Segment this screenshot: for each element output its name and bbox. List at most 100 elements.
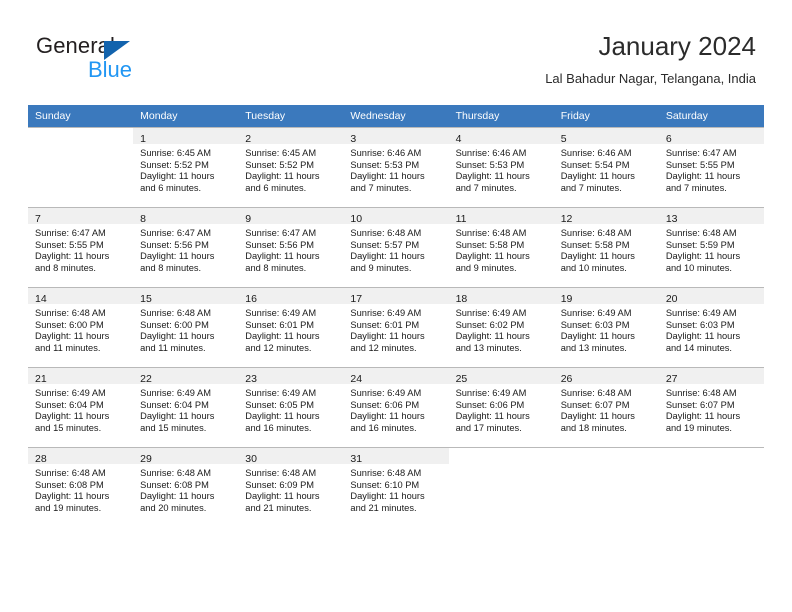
day-cell-content[interactable]: 24 Sunrise: 6:49 AM Sunset: 6:06 PM Dayligh… [343,368,449,447]
day-cell-content[interactable]: 18 Sunrise: 6:49 AM Sunset: 6:02 PM Dayligh… [448,288,554,367]
day-cell-content[interactable]: 25 Sunrise: 6:49 AM Sunset: 6:06 PM Dayligh… [448,368,554,447]
calendar-day-cell[interactable]: 13 Sunrise: 6:48 AM Sunset: 5:59 PM Dayligh… [658,207,764,288]
daylight-text-line1: Daylight: 11 hours [560,411,635,422]
calendar-day-cell[interactable]: 28 Sunrise: 6:48 AM Sunset: 6:08 PM Dayligh… [28,447,134,527]
calendar-day-cell[interactable]: 27 Sunrise: 6:48 AM Sunset: 6:07 PM Dayligh… [658,367,764,448]
day-cell-content[interactable]: 27 Sunrise: 6:48 AM Sunset: 6:07 PM Dayligh… [658,368,764,447]
day-details: Sunrise: 6:47 AM Sunset: 5:56 PM Daylight:… [238,224,343,274]
calendar-day-cell[interactable]: 20 Sunrise: 6:49 AM Sunset: 6:03 PM Dayligh… [658,287,764,368]
calendar-week-row: 14 Sunrise: 6:48 AM Sunset: 6:00 PM Dayligh… [28,287,764,368]
day-cell-content[interactable]: 31 Sunrise: 6:48 AM Sunset: 6:10 PM Dayligh… [343,448,449,527]
day-cell-content[interactable]: 8 Sunrise: 6:47 AM Sunset: 5:56 PM Daylight… [133,208,239,287]
calendar-day-cell[interactable]: 2 Sunrise: 6:45 AM Sunset: 5:52 PM Daylight… [238,127,344,208]
calendar-day-cell[interactable]: 17 Sunrise: 6:49 AM Sunset: 6:01 PM Dayligh… [343,287,449,368]
day-number-bar: 6 [658,128,764,145]
calendar-day-cell[interactable]: 29 Sunrise: 6:48 AM Sunset: 6:08 PM Dayligh… [133,447,239,527]
day-cell-content[interactable]: 16 Sunrise: 6:49 AM Sunset: 6:01 PM Dayligh… [238,288,344,367]
calendar-day-cell[interactable]: 7 Sunrise: 6:47 AM Sunset: 5:55 PM Daylight… [28,207,134,288]
day-cell-content[interactable]: 17 Sunrise: 6:49 AM Sunset: 6:01 PM Dayligh… [343,288,449,367]
calendar-day-cell[interactable]: 11 Sunrise: 6:48 AM Sunset: 5:58 PM Dayligh… [448,207,554,288]
calendar-day-cell[interactable]: 6 Sunrise: 6:47 AM Sunset: 5:55 PM Daylight… [658,127,764,208]
page-title: January 2024 [598,31,756,61]
daylight-text-line1: Daylight: 11 hours [140,331,215,342]
day-cell-content[interactable]: 28 Sunrise: 6:48 AM Sunset: 6:08 PM Dayligh… [28,448,134,527]
calendar-day-cell[interactable]: 22 Sunrise: 6:49 AM Sunset: 6:04 PM Dayligh… [133,367,239,448]
day-number: 7 [35,213,41,225]
calendar-day-cell[interactable]: 5 Sunrise: 6:46 AM Sunset: 5:54 PM Daylight… [553,127,659,208]
calendar-day-cell[interactable]: 3 Sunrise: 6:46 AM Sunset: 5:53 PM Daylight… [343,127,449,208]
brand-logo[interactable]: General Blue [36,33,256,87]
daylight-text-line1: Daylight: 11 hours [665,411,741,422]
calendar-day-cell[interactable]: 26 Sunrise: 6:48 AM Sunset: 6:07 PM Dayligh… [553,367,659,448]
day-cell-content[interactable]: 6 Sunrise: 6:47 AM Sunset: 5:55 PM Daylight… [658,128,764,207]
calendar-day-cell[interactable]: 21 Sunrise: 6:49 AM Sunset: 6:04 PM Dayligh… [28,367,134,448]
calendar-day-cell[interactable]: 1 Sunrise: 6:45 AM Sunset: 5:52 PM Daylight… [133,127,239,208]
weekday-header-saturday: Saturday [658,105,764,128]
day-cell-content[interactable]: 2 Sunrise: 6:45 AM Sunset: 5:52 PM Daylight… [238,128,344,207]
calendar-day-cell[interactable]: 10 Sunrise: 6:48 AM Sunset: 5:57 PM Dayligh… [343,207,449,288]
day-cell-content[interactable]: 26 Sunrise: 6:48 AM Sunset: 6:07 PM Dayligh… [553,368,659,447]
daylight-text-line1: Daylight: 11 hours [350,251,425,262]
day-number: 17 [350,293,363,305]
daylight-text-line1: Daylight: 11 hours [560,331,635,342]
day-cell-content[interactable]: 12 Sunrise: 6:48 AM Sunset: 5:58 PM Dayligh… [553,208,659,287]
day-cell-content[interactable]: 29 Sunrise: 6:48 AM Sunset: 6:08 PM Dayligh… [133,448,239,527]
sunrise-text: Sunrise: 6:47 AM [245,228,317,238]
empty-day [449,448,554,527]
day-cell-content[interactable]: 15 Sunrise: 6:48 AM Sunset: 6:00 PM Dayligh… [133,288,239,367]
calendar-day-cell[interactable]: 4 Sunrise: 6:46 AM Sunset: 5:53 PM Daylight… [448,127,554,208]
day-cell-content[interactable]: 22 Sunrise: 6:49 AM Sunset: 6:04 PM Dayligh… [133,368,239,447]
day-cell-content[interactable]: 4 Sunrise: 6:46 AM Sunset: 5:53 PM Daylight… [448,128,554,207]
day-number: 10 [350,213,363,225]
day-cell-content[interactable]: 13 Sunrise: 6:48 AM Sunset: 5:59 PM Dayligh… [658,208,764,287]
sunset-text: Sunset: 5:56 PM [245,239,315,250]
day-cell-content[interactable]: 9 Sunrise: 6:47 AM Sunset: 5:56 PM Daylight… [238,208,344,287]
calendar-day-cell[interactable]: 14 Sunrise: 6:48 AM Sunset: 6:00 PM Dayligh… [28,287,134,368]
day-cell-content[interactable]: 20 Sunrise: 6:49 AM Sunset: 6:03 PM Dayligh… [658,288,764,367]
calendar-day-cell[interactable]: 9 Sunrise: 6:47 AM Sunset: 5:56 PM Daylight… [238,207,344,288]
sunset-text: Sunset: 6:02 PM [455,319,525,330]
calendar-day-cell[interactable]: 18 Sunrise: 6:49 AM Sunset: 6:02 PM Dayligh… [448,287,554,368]
sunrise-text: Sunrise: 6:46 AM [560,148,632,158]
day-cell-content[interactable]: 11 Sunrise: 6:48 AM Sunset: 5:58 PM Dayligh… [448,208,554,287]
day-cell-content[interactable]: 14 Sunrise: 6:48 AM Sunset: 6:00 PM Dayligh… [28,288,134,367]
empty-day [659,448,764,527]
day-cell-content[interactable]: 3 Sunrise: 6:46 AM Sunset: 5:53 PM Daylight… [343,128,449,207]
sunset-text: Sunset: 5:55 PM [665,159,735,170]
day-cell-content[interactable]: 5 Sunrise: 6:46 AM Sunset: 5:54 PM Daylight… [553,128,659,207]
day-cell-content[interactable]: 7 Sunrise: 6:47 AM Sunset: 5:55 PM Daylight… [28,208,134,287]
daylight-text-line1: Daylight: 11 hours [455,251,530,262]
daylight-text-line2: and 7 minutes. [560,182,622,193]
weekday-header-friday: Friday [553,105,659,128]
calendar-header-row: Sunday Monday Tuesday Wednesday Thursday Frid… [28,105,764,128]
calendar-day-cell[interactable]: 25 Sunrise: 6:49 AM Sunset: 6:06 PM Dayligh… [448,367,554,448]
day-cell-content[interactable]: 19 Sunrise: 6:49 AM Sunset: 6:03 PM Dayligh… [553,288,659,367]
daylight-text-line2: and 13 minutes. [455,342,522,353]
sunset-text: Sunset: 6:03 PM [665,319,735,330]
day-number: 27 [665,373,678,385]
brand-name-blue: Blue [88,57,133,82]
calendar-day-cell[interactable]: 16 Sunrise: 6:49 AM Sunset: 6:01 PM Dayligh… [238,287,344,368]
sunset-text: Sunset: 6:01 PM [245,319,315,330]
day-number-bar: 22 [133,368,239,385]
day-cell-content[interactable]: 1 Sunrise: 6:45 AM Sunset: 5:52 PM Daylight… [133,128,239,207]
sunrise-text: Sunrise: 6:46 AM [455,148,527,158]
calendar-day-cell[interactable]: 8 Sunrise: 6:47 AM Sunset: 5:56 PM Daylight… [133,207,239,288]
day-cell-content[interactable]: 30 Sunrise: 6:48 AM Sunset: 6:09 PM Dayligh… [238,448,344,527]
calendar-day-cell[interactable]: 23 Sunrise: 6:49 AM Sunset: 6:05 PM Dayligh… [238,367,344,448]
daylight-text-line1: Daylight: 11 hours [140,171,215,182]
daylight-text-line2: and 12 minutes. [350,342,417,353]
calendar-week-row: 28 Sunrise: 6:48 AM Sunset: 6:08 PM Dayligh… [28,447,764,527]
day-cell-content[interactable]: 21 Sunrise: 6:49 AM Sunset: 6:04 PM Dayligh… [28,368,134,447]
calendar-day-cell[interactable]: 31 Sunrise: 6:48 AM Sunset: 6:10 PM Dayligh… [343,447,449,527]
calendar-day-cell[interactable]: 30 Sunrise: 6:48 AM Sunset: 6:09 PM Dayligh… [238,447,344,527]
day-number-bar: 8 [133,208,239,225]
day-number-bar: 7 [28,208,134,225]
calendar-day-cell[interactable]: 24 Sunrise: 6:49 AM Sunset: 6:06 PM Dayligh… [343,367,449,448]
day-details: Sunrise: 6:48 AM Sunset: 6:09 PM Daylight:… [238,464,343,514]
calendar-day-cell[interactable]: 19 Sunrise: 6:49 AM Sunset: 6:03 PM Dayligh… [553,287,659,368]
day-cell-content[interactable]: 10 Sunrise: 6:48 AM Sunset: 5:57 PM Dayligh… [343,208,449,287]
day-cell-content[interactable]: 23 Sunrise: 6:49 AM Sunset: 6:05 PM Dayligh… [238,368,344,447]
calendar-day-cell[interactable]: 12 Sunrise: 6:48 AM Sunset: 5:58 PM Dayligh… [553,207,659,288]
calendar-day-cell[interactable]: 15 Sunrise: 6:48 AM Sunset: 6:00 PM Dayligh… [133,287,239,368]
